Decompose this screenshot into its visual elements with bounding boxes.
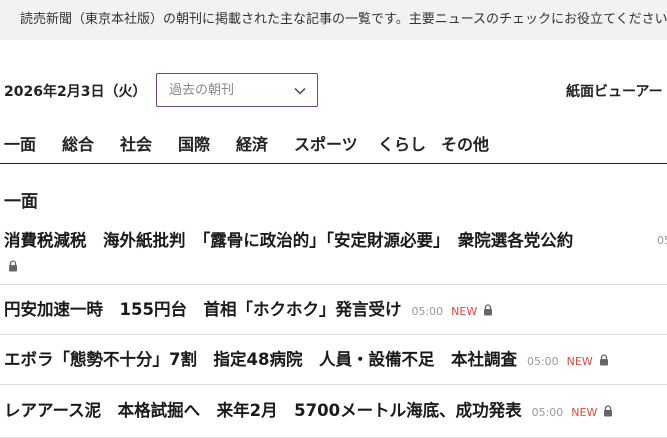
lock-icon xyxy=(9,260,17,272)
past-editions-label: 過去の朝刊 xyxy=(169,83,235,98)
tab-general[interactable]: 総合 xyxy=(62,128,94,162)
article-item[interactable]: レアアース泥 本格試掘へ 来年2月 5700メートル海底、成功発表 05:00 NE… xyxy=(0,385,667,438)
article-item[interactable]: 円安加速一時 155円台 首相「ホクホク」発言受け 05:00 NEW xyxy=(0,285,667,335)
new-badge: NEW xyxy=(566,355,593,368)
lock-icon xyxy=(484,304,493,316)
notice-banner: 読売新聞（東京本社版）の朝刊に掲載された主な記事の一覧です。主要ニュースのチェッ… xyxy=(0,0,667,40)
article-title: 消費税減税 海外紙批判 「露骨に政治的」「安定財源必要」 衆院選各党公約 xyxy=(4,231,574,250)
article-title: 円安加速一時 155円台 首相「ホクホク」発言受け xyxy=(4,300,402,319)
tab-international[interactable]: 国際 xyxy=(178,128,210,162)
past-editions-select[interactable]: 過去の朝刊 xyxy=(156,73,318,107)
new-badge: NEW xyxy=(451,305,478,318)
tab-lifestyle[interactable]: くらし xyxy=(378,128,426,162)
tab-sports[interactable]: スポーツ xyxy=(294,128,358,162)
article-time: 05:00 xyxy=(411,305,444,318)
article-item[interactable]: 消費税減税 海外紙批判 「露骨に政治的」「安定財源必要」 衆院選各党公約 05 xyxy=(0,226,667,285)
date-row: 2026年2月3日（火） 過去の朝刊 紙面ビューアー xyxy=(0,73,667,111)
article-title-line: エボラ「態勢不十分」7割 指定48病院 人員・設備不足 本社調査 05:00 NEW xyxy=(4,347,609,375)
article-title: レアアース泥 本格試掘へ 来年2月 5700メートル海底、成功発表 xyxy=(4,401,522,420)
tab-society[interactable]: 社会 xyxy=(120,128,152,162)
article-title: エボラ「態勢不十分」7割 指定48病院 人員・設備不足 本社調査 xyxy=(4,350,517,369)
article-item[interactable]: エボラ「態勢不十分」7割 指定48病院 人員・設備不足 本社調査 05:00 NEW xyxy=(0,335,667,385)
lock-icon xyxy=(599,354,608,366)
tab-economy[interactable]: 経済 xyxy=(236,128,268,162)
viewer-link[interactable]: 紙面ビューアー xyxy=(566,73,663,111)
chevron-down-icon xyxy=(294,87,306,95)
edition-date: 2026年2月3日（火） xyxy=(4,84,147,100)
article-time: 05 xyxy=(657,234,667,247)
article-title-line: 円安加速一時 155円台 首相「ホクホク」発言受け 05:00 NEW xyxy=(4,297,493,325)
section-heading: 一面 xyxy=(4,192,38,212)
section-tabs: 一面 総合 社会 国際 経済 スポーツ くらし その他 xyxy=(0,128,667,164)
article-title-line: レアアース泥 本格試掘へ 来年2月 5700メートル海底、成功発表 05:00 NE… xyxy=(4,398,613,426)
lock-icon xyxy=(604,405,613,417)
article-time: 05:00 xyxy=(531,406,564,419)
article-time: 05:00 xyxy=(526,355,559,368)
tab-front-page[interactable]: 一面 xyxy=(4,128,36,162)
new-badge: NEW xyxy=(571,406,598,419)
tab-other[interactable]: その他 xyxy=(441,128,489,162)
